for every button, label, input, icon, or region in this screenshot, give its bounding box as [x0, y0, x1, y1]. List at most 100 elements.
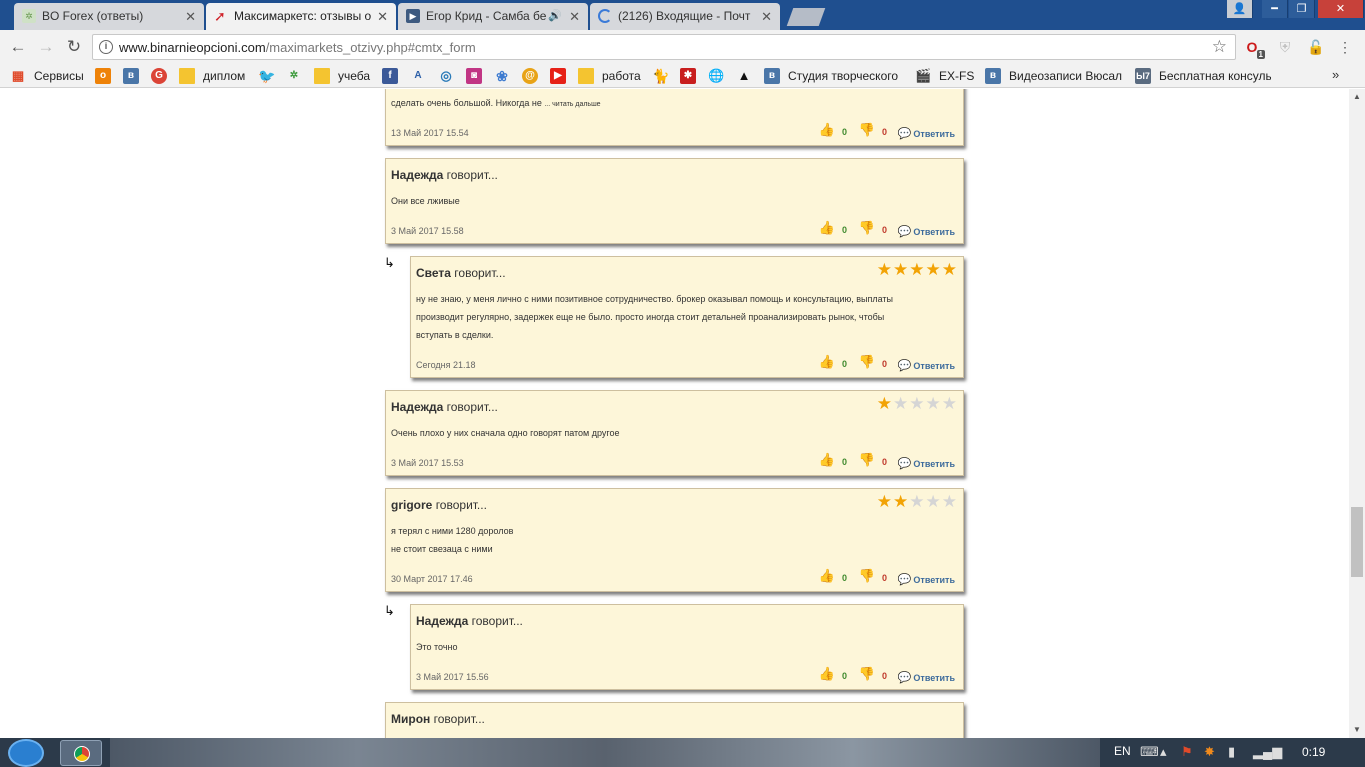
network-signal-icon[interactable]: ▂▄▆ — [1253, 744, 1282, 760]
thumbs-up-icon[interactable]: 👍 — [819, 220, 835, 236]
youtube-icon[interactable]: ▶ — [550, 68, 566, 84]
twitter-icon[interactable]: 🐦 — [258, 68, 275, 84]
vk-icon[interactable]: в — [764, 68, 780, 84]
comment-body: я терял с ними 1280 доролов не стоит све… — [391, 522, 513, 558]
speaker-icon[interactable]: 🔊 — [548, 3, 562, 30]
tab-inbox[interactable]: (2126) Входящие - Почт ✕ — [590, 3, 780, 30]
pyramid-icon[interactable]: A — [410, 68, 426, 84]
comment-date: 3 Май 2017 15.53 — [391, 458, 464, 468]
keyboard-icon[interactable]: ⌨ — [1140, 744, 1159, 760]
url-text[interactable]: www.binarnieopcioni.com/maximarkets_otzi… — [119, 40, 476, 55]
thumbs-down-icon[interactable]: 👎 — [859, 568, 875, 584]
bookmark-exfs[interactable]: EX-FS — [939, 67, 974, 85]
close-tab-icon[interactable]: ✕ — [761, 3, 772, 30]
eye-triangle-icon[interactable]: ▲ — [736, 68, 752, 84]
tab-egor-krid[interactable]: ▶ Егор Крид - Самба бе 🔊 ✕ — [398, 3, 588, 30]
at-sign-icon[interactable]: @ — [522, 68, 538, 84]
reload-button[interactable]: ↻ — [62, 36, 86, 58]
reply-button[interactable]: 💬 Ответить — [898, 359, 955, 372]
reply-button[interactable]: 💬 Ответить — [898, 573, 955, 586]
system-clock[interactable]: 0:19 — [1302, 745, 1325, 759]
bookmark-services[interactable]: Сервисы — [34, 67, 84, 85]
thumbs-up-icon[interactable]: 👍 — [819, 452, 835, 468]
reply-button[interactable]: 💬 Ответить — [898, 457, 955, 470]
close-window-button[interactable]: ✕ — [1318, 0, 1364, 18]
scroll-up-icon[interactable]: ▲ — [1349, 89, 1365, 105]
vk-icon[interactable]: в — [985, 68, 1001, 84]
apps-grid-icon[interactable]: ▦ — [10, 68, 26, 84]
tray-arrow-icon[interactable]: ▴ — [1160, 744, 1167, 760]
spiral-icon[interactable]: ◎ — [438, 68, 454, 84]
minimize-button[interactable]: ━ — [1262, 0, 1288, 18]
clapper-icon[interactable]: 🎬 — [915, 68, 931, 84]
facebook-icon[interactable]: f — [382, 68, 398, 84]
star-empty-icon: ★ — [941, 394, 958, 413]
tab-maximarkets[interactable]: ➚ Максимаркетс: отзывы о ✕ — [206, 3, 396, 30]
cat-icon[interactable]: 🐈 — [652, 68, 669, 84]
red-star-icon[interactable]: ✱ — [680, 68, 696, 84]
instagram-icon[interactable]: ◙ — [466, 68, 482, 84]
bookmark-video[interactable]: Видеозаписи Вюсал — [1009, 67, 1122, 85]
star-empty-icon: ★ — [909, 394, 926, 413]
battery-icon[interactable]: ▮ — [1228, 744, 1235, 760]
bookmark-consult[interactable]: Бесплатная консульт — [1159, 67, 1271, 85]
tab-bo-forex[interactable]: ✲ BO Forex (ответы) ✕ — [14, 3, 204, 30]
consult-icon[interactable]: Ы7 — [1135, 68, 1151, 84]
scroll-down-icon[interactable]: ▼ — [1349, 722, 1365, 738]
thumbs-down-icon[interactable]: 👎 — [859, 452, 875, 468]
reply-label: Ответить — [913, 129, 955, 139]
avast-icon[interactable]: ✸ — [1204, 744, 1215, 760]
forward-button[interactable]: → — [34, 36, 58, 58]
vk-icon[interactable]: в — [123, 68, 139, 84]
thumbs-down-icon[interactable]: 👎 — [859, 666, 875, 682]
flower-icon[interactable]: ❀ — [494, 68, 510, 84]
like-count: 0 — [841, 359, 847, 369]
start-button[interactable] — [8, 739, 44, 767]
bookmarks-overflow-icon[interactable]: » — [1332, 67, 1339, 82]
flag-icon[interactable]: ⚑ — [1181, 744, 1193, 760]
address-bar[interactable]: i www.binarnieopcioni.com/maximarkets_ot… — [92, 34, 1236, 60]
reply-button[interactable]: 💬 Ответить — [898, 225, 955, 238]
page-scrollbar[interactable]: ▲ ▼ — [1349, 89, 1365, 738]
restore-button[interactable]: ❐ — [1289, 0, 1315, 18]
thumbs-up-icon[interactable]: 👍 — [819, 122, 835, 138]
bookmark-studio[interactable]: Студия творческого — [788, 67, 898, 85]
bookmark-star-icon[interactable]: ☆ — [1212, 37, 1227, 57]
chrome-taskbar-button[interactable] — [60, 740, 102, 766]
thumbs-down-icon[interactable]: 👎 — [859, 220, 875, 236]
close-tab-icon[interactable]: ✕ — [377, 3, 388, 30]
close-tab-icon[interactable]: ✕ — [569, 3, 580, 30]
bookmark-diplom[interactable]: диплом — [203, 67, 245, 85]
back-button[interactable]: ← — [6, 36, 30, 58]
reply-button[interactable]: 💬 Ответить — [898, 127, 955, 140]
thumbs-down-icon[interactable]: 👎 — [859, 354, 875, 370]
reply-button[interactable]: 💬 Ответить — [898, 671, 955, 684]
extension-badge: 1 — [1256, 50, 1265, 59]
thumbs-up-icon[interactable]: 👍 — [819, 354, 835, 370]
thumbs-up-icon[interactable]: 👍 — [819, 568, 835, 584]
close-tab-icon[interactable]: ✕ — [185, 3, 196, 30]
language-indicator[interactable]: EN — [1114, 744, 1131, 758]
clover-icon[interactable]: ✲ — [286, 68, 302, 84]
scrollbar-thumb[interactable] — [1351, 507, 1363, 577]
odnoklassniki-icon[interactable]: о — [95, 68, 111, 84]
info-icon[interactable]: i — [99, 40, 113, 54]
thumbs-down-icon[interactable]: 👎 — [859, 122, 875, 138]
read-more-link[interactable]: ... читать дальше — [544, 101, 600, 108]
reply-label: Ответить — [913, 227, 955, 237]
user-icon[interactable]: 👤 — [1227, 0, 1253, 18]
comment-text: сделать очень большой. Никогда не — [391, 98, 542, 108]
browser-menu-icon[interactable]: ⋮ — [1336, 38, 1354, 56]
google-plus-icon[interactable]: G — [151, 68, 167, 84]
tab-label: BO Forex (ответы) — [42, 9, 144, 23]
bookmark-rabota[interactable]: работа — [602, 67, 641, 85]
bookmark-ucheba[interactable]: учеба — [338, 67, 370, 85]
globe-icon[interactable]: 🌐 — [708, 68, 724, 84]
new-tab-button[interactable] — [786, 8, 826, 26]
star-filled-icon: ★ — [925, 260, 942, 279]
extension-lock-icon[interactable]: 🔓 — [1307, 38, 1325, 56]
extension-shield-icon[interactable]: ⛨ — [1276, 38, 1294, 56]
comment-card: Света говорит... ★★★★★ ну не знаю, у мен… — [410, 256, 964, 378]
thumbs-up-icon[interactable]: 👍 — [819, 666, 835, 682]
extension-opera-icon[interactable]: O1 — [1243, 38, 1265, 59]
